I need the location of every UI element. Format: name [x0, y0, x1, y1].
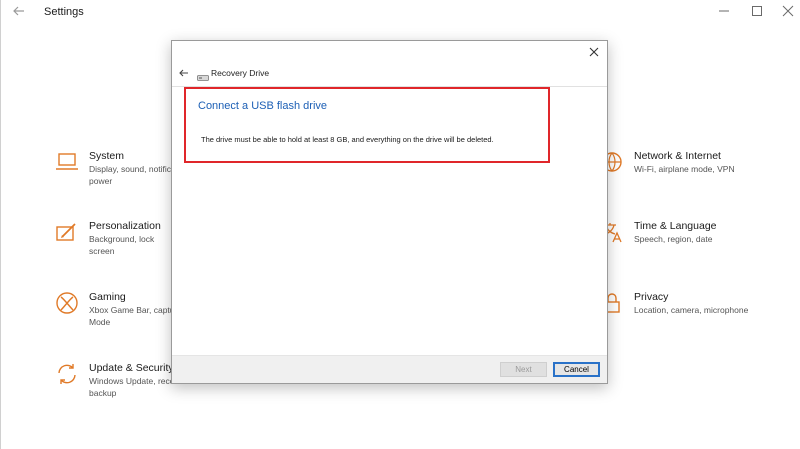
tile-title: Gaming: [89, 291, 126, 303]
tile-update-security[interactable]: Update & Security Windows Update, recov …: [55, 362, 185, 402]
tile-title: Privacy: [634, 291, 669, 303]
tile-desc: Speech, region, date: [634, 234, 713, 244]
laptop-icon: [55, 150, 79, 174]
highlight-box: [184, 87, 550, 163]
tile-desc: Wi-Fi, airplane mode, VPN: [634, 164, 735, 174]
minimize-icon[interactable]: [716, 3, 732, 19]
tile-desc: Xbox Game Bar, captur Mode: [89, 305, 178, 327]
drive-icon: [197, 69, 209, 81]
tile-system[interactable]: System Display, sound, notifica power: [55, 150, 185, 190]
tile-title: Update & Security: [89, 362, 174, 374]
dialog-footer: Next Cancel: [172, 355, 607, 383]
tile-privacy[interactable]: Privacy Location, camera, microphone: [600, 291, 780, 321]
app-title: Settings: [44, 6, 84, 18]
cancel-button[interactable]: Cancel: [553, 362, 600, 377]
dialog-header: Recovery Drive: [172, 63, 607, 85]
tile-desc: Display, sound, notifica power: [89, 164, 176, 186]
tile-network-internet[interactable]: Network & Internet Wi-Fi, airplane mode,…: [600, 150, 780, 180]
tile-time-language[interactable]: Time & Language Speech, region, date: [600, 220, 780, 250]
tile-desc: Windows Update, recov backup: [89, 376, 179, 398]
dialog-heading: Connect a USB flash drive: [198, 100, 328, 112]
tile-title: Network & Internet: [634, 150, 721, 162]
tile-title: Personalization: [89, 220, 161, 232]
dialog-title: Recovery Drive: [211, 68, 270, 78]
next-button[interactable]: Next: [500, 362, 547, 377]
xbox-icon: [55, 291, 79, 315]
dialog-body-text: The drive must be able to hold at least …: [201, 135, 494, 144]
tile-desc: Location, camera, microphone: [634, 305, 749, 315]
tile-desc: Background, lock screen: [89, 234, 155, 256]
back-arrow-icon[interactable]: [11, 3, 27, 19]
tile-title: Time & Language: [634, 220, 717, 232]
title-bar: Settings: [1, 0, 800, 24]
tile-gaming[interactable]: Gaming Xbox Game Bar, captur Mode: [55, 291, 185, 331]
tile-title: System: [89, 150, 125, 162]
maximize-icon[interactable]: [749, 3, 765, 19]
dialog-close-icon[interactable]: [587, 45, 601, 59]
sync-icon: [55, 362, 79, 386]
tile-personalization[interactable]: Personalization Background, lock screen: [55, 220, 185, 260]
close-icon[interactable]: [780, 3, 796, 19]
recovery-drive-dialog: Recovery Drive Connect a USB flash drive…: [171, 40, 608, 384]
paint-brush-icon: [55, 220, 79, 244]
dialog-back-arrow-icon[interactable]: [178, 66, 190, 78]
